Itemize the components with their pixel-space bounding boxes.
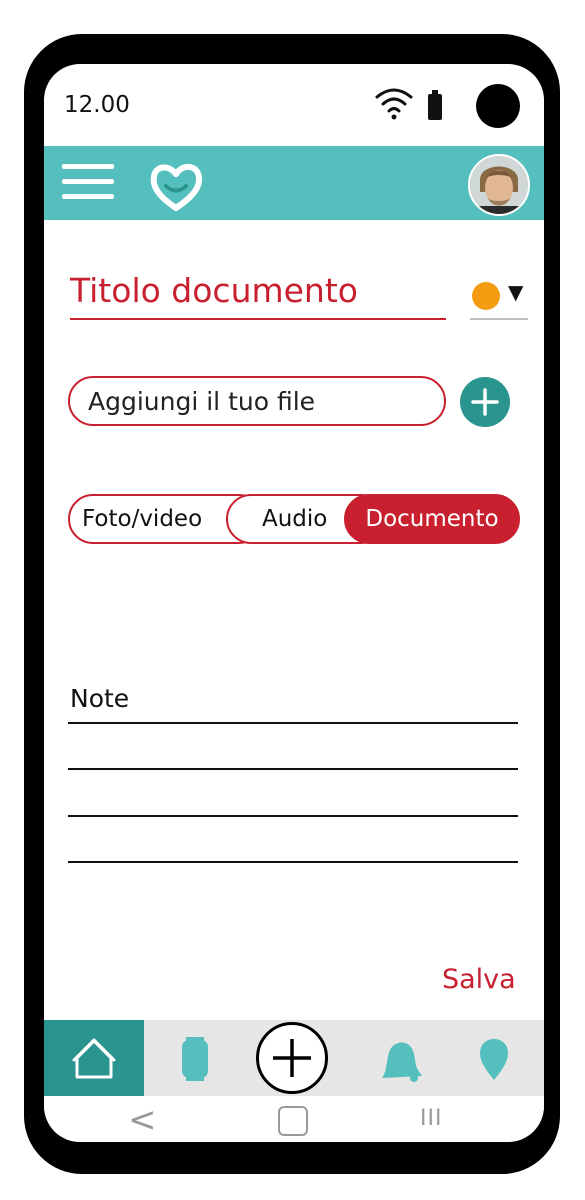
home-icon: [72, 1038, 116, 1079]
notes-line[interactable]: [68, 861, 518, 863]
tab-documento[interactable]: Documento: [344, 494, 520, 544]
plus-icon: [471, 388, 499, 416]
media-type-selector: Foto/video Audio Documento: [68, 494, 520, 544]
nav-notifications[interactable]: [360, 1020, 440, 1096]
bell-icon: [382, 1042, 422, 1082]
add-file-button[interactable]: [460, 377, 510, 427]
add-icon: [273, 1039, 311, 1077]
app-bar: [44, 146, 544, 220]
dropdown-caret-icon: ▼: [508, 280, 524, 304]
avatar-face-icon: [470, 156, 528, 214]
nav-add-button[interactable]: [256, 1022, 328, 1094]
wifi-icon: [375, 88, 413, 120]
notes-line[interactable]: [68, 722, 518, 724]
color-marker-dot: [472, 282, 500, 310]
location-pin-icon: [480, 1039, 508, 1080]
save-button[interactable]: Salva: [442, 964, 516, 995]
system-home-button[interactable]: [278, 1106, 308, 1136]
user-avatar[interactable]: [468, 154, 530, 216]
heart-logo-icon: [150, 164, 202, 211]
watch-icon: [182, 1037, 208, 1081]
notes-line[interactable]: [68, 815, 518, 817]
status-time: 12.00: [64, 92, 130, 118]
front-camera: [476, 84, 520, 128]
nav-location[interactable]: [456, 1020, 536, 1096]
bottom-nav: [44, 1020, 544, 1096]
phone-screen: 12.00 ▼: [44, 64, 544, 1142]
battery-icon: [428, 90, 442, 120]
system-recent-apps-button[interactable]: III: [420, 1106, 442, 1131]
color-picker[interactable]: ▼: [470, 278, 528, 320]
nav-watch[interactable]: [154, 1020, 234, 1096]
notes-label: Note: [70, 684, 130, 713]
system-back-button[interactable]: <: [128, 1100, 157, 1140]
file-input[interactable]: [68, 376, 446, 426]
document-title-input[interactable]: [70, 264, 446, 320]
nav-home[interactable]: [44, 1020, 144, 1096]
system-nav-bar: < III: [44, 1096, 544, 1142]
notes-line[interactable]: [68, 768, 518, 770]
hamburger-menu-icon[interactable]: [62, 160, 114, 204]
